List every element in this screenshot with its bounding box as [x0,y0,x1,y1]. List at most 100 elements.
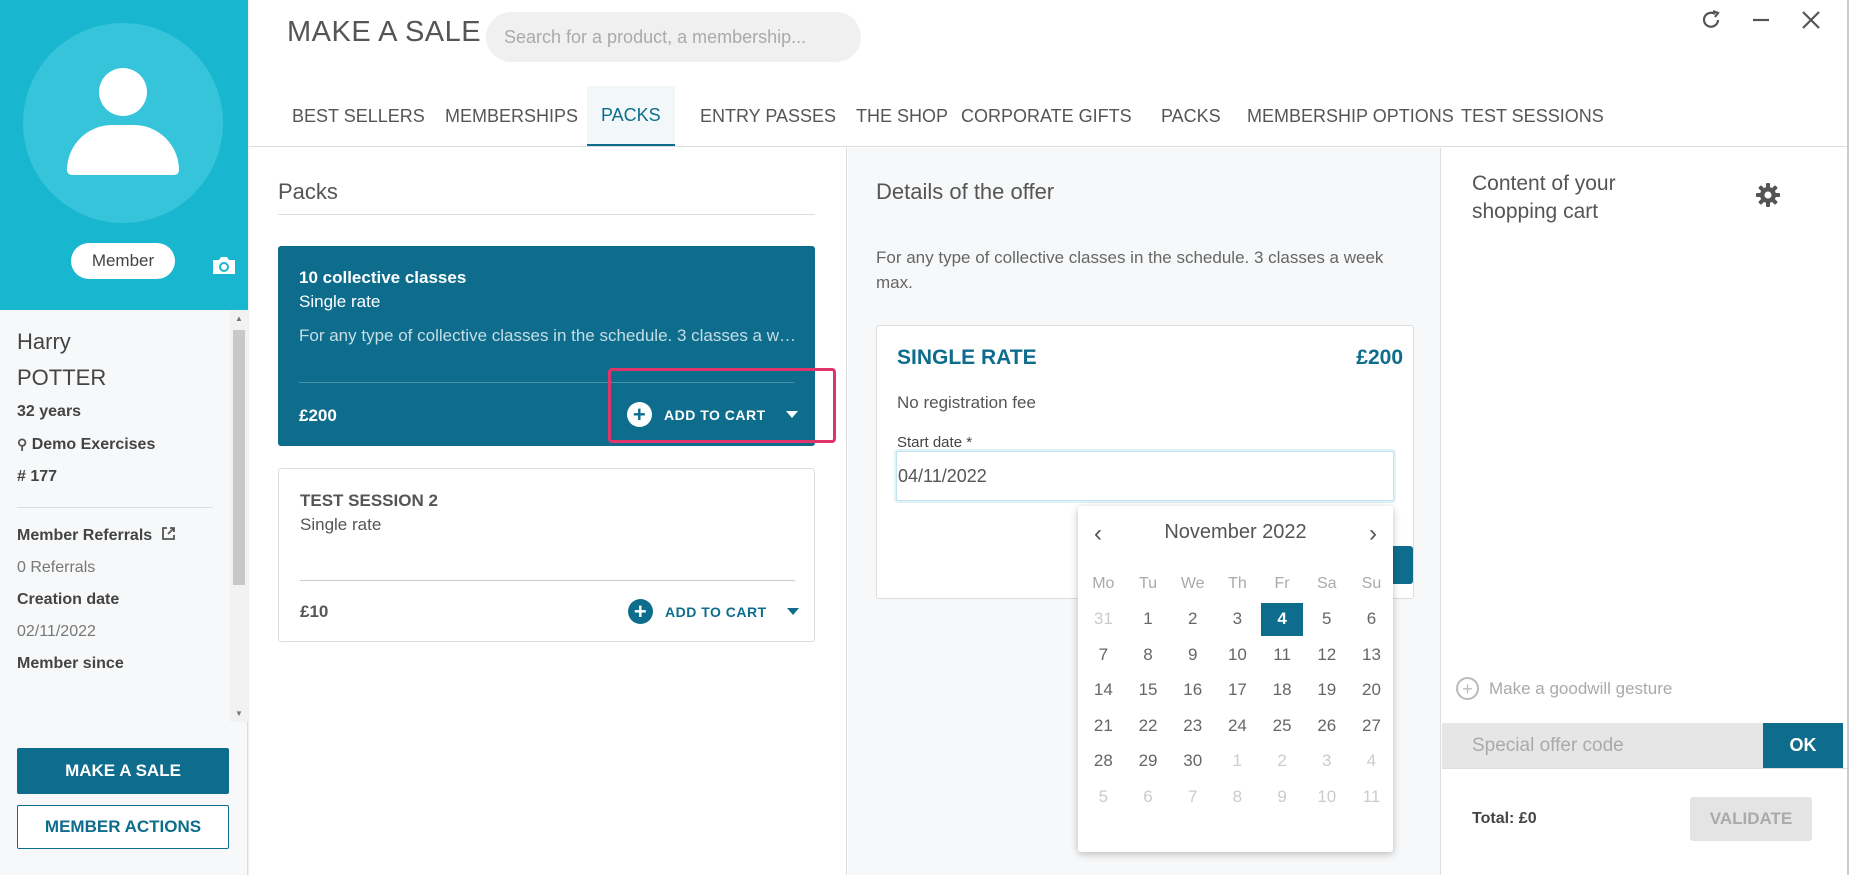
calendar-day[interactable]: 26 [1304,708,1349,744]
page-title: MAKE A SALE [287,16,482,48]
calendar-day[interactable]: 23 [1170,708,1215,744]
member-location: ⚲ Demo Exercises [17,428,213,461]
calendar-day[interactable]: 25 [1260,708,1305,744]
pack-card[interactable]: TEST SESSION 2 Single rate £10 + ADD TO … [278,468,815,642]
calendar-month: November 2022 [1164,521,1307,543]
camera-icon[interactable] [211,255,237,275]
calendar-day[interactable]: 10 [1304,779,1349,815]
calendar-day[interactable]: 2 [1260,744,1305,780]
creation-date-label: Creation date [17,591,120,608]
calendar-day[interactable]: 16 [1170,673,1215,709]
member-referrals[interactable]: Member Referrals [17,520,213,552]
calendar-day[interactable]: 3 [1304,744,1349,780]
start-date-input[interactable] [896,451,1394,501]
calendar-day[interactable]: 7 [1081,637,1126,673]
pack-divider [300,580,795,581]
calendar-day[interactable]: 18 [1260,673,1305,709]
calendar-day[interactable]: 10 [1215,637,1260,673]
packs-divider [278,214,815,215]
minimize-icon[interactable] [1751,8,1771,32]
registration-fee: No registration fee [897,393,1036,412]
special-offer-code-input[interactable] [1442,723,1763,768]
close-icon[interactable] [1800,8,1822,32]
calendar-day[interactable]: 11 [1260,637,1305,673]
validate-button[interactable]: VALIDATE [1690,797,1812,841]
profile-header: Member [0,0,248,310]
goodwill-gesture-link[interactable]: + Make a goodwill gesture [1456,677,1672,700]
chevron-down-icon[interactable] [786,608,799,615]
sidebar-scrollbar[interactable]: ▲ ▼ [230,310,248,722]
member-actions-button[interactable]: MEMBER ACTIONS [17,805,229,849]
scroll-up-arrow-icon[interactable]: ▲ [235,314,243,323]
calendar-day[interactable]: 14 [1081,673,1126,709]
member-location-text: Demo Exercises [31,436,156,453]
member-sidebar: Member Harry POTTER 32 years ⚲ Demo Exer… [0,0,248,875]
gear-icon[interactable] [1755,182,1781,208]
calendar-day[interactable]: 27 [1349,708,1394,744]
calendar-day[interactable]: 9 [1260,779,1305,815]
chevron-right-icon[interactable]: › [1369,520,1377,548]
calendar-day[interactable]: 21 [1081,708,1126,744]
tab-memberships[interactable]: MEMBERSHIPS [433,86,590,146]
location-pin-icon: ⚲ [17,436,28,452]
calendar-day-selected[interactable]: 4 [1260,602,1304,636]
tab-best-sellers[interactable]: BEST SELLERS [280,86,437,146]
calendar-day[interactable]: 6 [1349,602,1394,638]
calendar-day[interactable]: 20 [1349,673,1394,709]
calendar-day[interactable]: 12 [1304,637,1349,673]
calendar-day[interactable]: 22 [1126,708,1171,744]
product-search-input[interactable] [486,12,861,62]
external-link-icon[interactable] [161,526,176,541]
avatar[interactable] [23,23,223,223]
calendar-day[interactable]: 1 [1215,744,1260,780]
make-sale-button[interactable]: MAKE A SALE [17,748,229,794]
tab-membership-options[interactable]: MEMBERSHIP OPTIONS [1235,86,1466,146]
calendar-day[interactable]: 19 [1304,673,1349,709]
refresh-icon[interactable] [1699,8,1723,32]
calendar-day[interactable]: 8 [1215,779,1260,815]
offer-code-ok-button[interactable]: OK [1763,723,1843,768]
weekday-header: Fr [1274,574,1290,592]
calendar-day[interactable]: 31 [1081,602,1126,638]
calendar-day[interactable]: 17 [1215,673,1260,709]
member-referrals-label[interactable]: Member Referrals [17,527,152,544]
calendar-day[interactable]: 3 [1215,602,1260,638]
calendar-day[interactable]: 29 [1126,744,1171,780]
pack-rate: Single rate [299,292,381,311]
cart-total: Total: £0 [1472,810,1537,827]
calendar-day[interactable]: 7 [1170,779,1215,815]
weekday-header: Th [1228,574,1247,592]
pack-description: For any type of collective classes in th… [299,326,799,345]
calendar-day[interactable]: 11 [1349,779,1394,815]
pack-card-selected[interactable]: 10 collective classes Single rate For an… [278,246,836,446]
calendar-day[interactable]: 9 [1170,637,1215,673]
calendar-day[interactable]: 1 [1126,602,1171,638]
tab-packs-2[interactable]: PACKS [1149,86,1233,146]
tab-entry-passes[interactable]: ENTRY PASSES [688,86,848,146]
calendar-day[interactable]: 5 [1081,779,1126,815]
calendar-day[interactable]: 5 [1304,602,1349,638]
cart-divider [1442,768,1849,769]
tab-packs[interactable]: PACKS [587,86,675,146]
tab-corporate-gifts[interactable]: CORPORATE GIFTS [949,86,1144,146]
scroll-down-arrow-icon[interactable]: ▼ [235,709,243,718]
pack-title: 10 collective classes [299,268,467,287]
calendar-day[interactable]: 28 [1081,744,1126,780]
calendar-day[interactable]: 13 [1349,637,1394,673]
calendar-day[interactable]: 4 [1349,744,1394,780]
tab-the-shop[interactable]: THE SHOP [844,86,960,146]
calendar-day[interactable]: 15 [1126,673,1171,709]
creation-date-value: 02/11/2022 [17,623,96,640]
scrollbar-thumb[interactable] [233,330,245,585]
add-to-cart-button[interactable]: + ADD TO CART [628,599,799,624]
pack-price: £10 [300,602,329,621]
member-number: # 177 [17,468,58,485]
tab-test-sessions[interactable]: TEST SESSIONS [1449,86,1616,146]
calendar-day[interactable]: 8 [1126,637,1171,673]
calendar-day[interactable]: 6 [1126,779,1171,815]
member-info: Harry POTTER 32 years ⚲ Demo Exercises #… [0,310,230,722]
calendar-day[interactable]: 30 [1170,744,1215,780]
calendar-day[interactable]: 24 [1215,708,1260,744]
calendar-day[interactable]: 2 [1170,602,1215,638]
avatar-head-shape [99,68,147,116]
